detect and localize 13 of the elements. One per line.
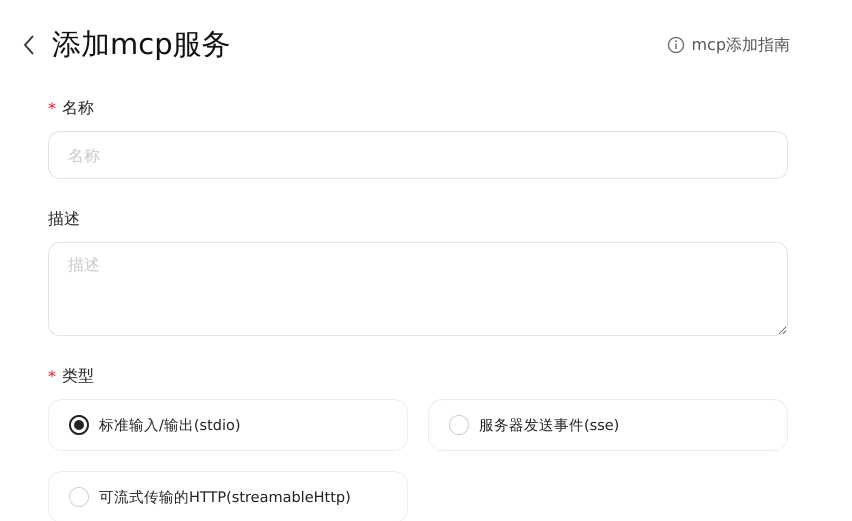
field-label: 名称 (62, 98, 94, 118)
radio-option[interactable]: 可流式传输的HTTP(streamableHttp) (48, 471, 408, 521)
radio-option[interactable]: 服务器发送事件(sse) (428, 399, 788, 451)
field-label: 类型 (62, 366, 94, 386)
field-label: 描述 (48, 208, 80, 230)
info-icon (667, 36, 686, 54)
required-mark: * (48, 98, 56, 118)
radio-option[interactable]: 标准输入/输出(stdio) (48, 399, 408, 451)
radio-button[interactable] (69, 415, 89, 435)
guide-link[interactable]: mcp添加指南 (667, 34, 790, 56)
page-title: 添加mcp服务 (52, 26, 231, 63)
required-mark: * (48, 366, 56, 386)
back-icon[interactable] (22, 34, 36, 56)
